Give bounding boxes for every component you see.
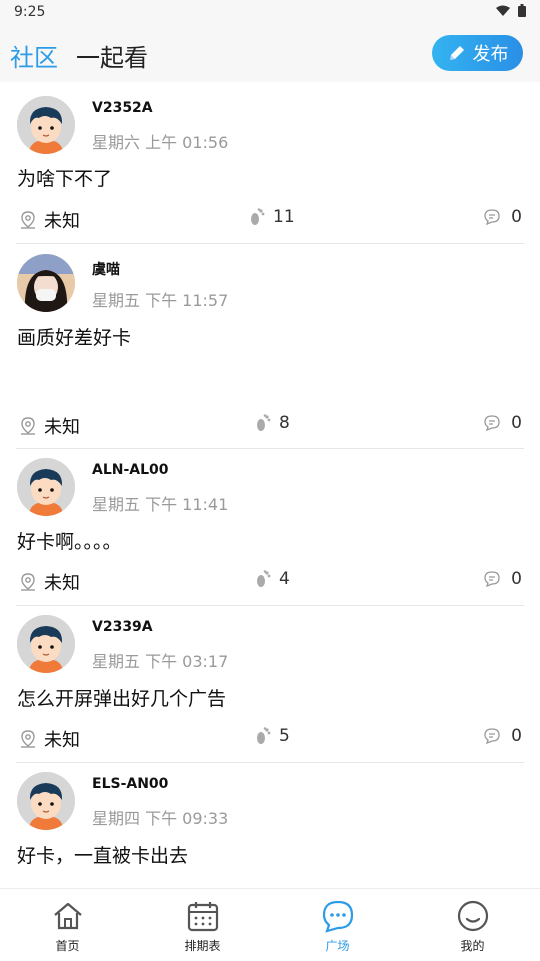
status-bar: 9:25 bbox=[0, 0, 540, 26]
post-time: 星期六 上午 01:56 bbox=[92, 133, 229, 152]
location: 未知 bbox=[18, 726, 80, 752]
publish-label: 发布 bbox=[472, 44, 509, 65]
username[interactable]: ALN-AL00 bbox=[92, 462, 169, 478]
view-count: 8 bbox=[253, 413, 290, 433]
post-item[interactable]: ALN-AL00 星期五 下午 11:41 好卡啊。。。。 未知 4 0 bbox=[0, 449, 540, 606]
location-pin-icon bbox=[21, 417, 35, 435]
location-pin-icon bbox=[21, 211, 35, 229]
avatar-cartoon-icon bbox=[17, 772, 75, 830]
comment-count-label: 0 bbox=[511, 726, 522, 746]
footprint-icon bbox=[257, 570, 271, 587]
status-time: 9:25 bbox=[14, 4, 46, 20]
footprint-icon bbox=[257, 414, 271, 431]
avatar[interactable] bbox=[17, 458, 75, 516]
comment-icon bbox=[484, 415, 500, 432]
avatar-cartoon-icon bbox=[17, 458, 75, 516]
avatar[interactable] bbox=[17, 772, 75, 830]
tab-watch-together[interactable]: 一起看 bbox=[76, 38, 148, 73]
status-icons bbox=[496, 4, 526, 17]
post-meta: 未知 8 0 bbox=[0, 413, 540, 439]
publish-button[interactable]: 发布 bbox=[432, 35, 523, 71]
comment-count[interactable]: 0 bbox=[483, 569, 522, 589]
post-content: 好卡，一直被卡出去 bbox=[17, 845, 189, 867]
location-pin-icon bbox=[21, 573, 35, 591]
post-time: 星期四 下午 09:33 bbox=[92, 809, 229, 828]
comment-count-label: 0 bbox=[511, 569, 522, 589]
post-time: 星期五 下午 03:17 bbox=[92, 652, 229, 671]
post-meta: 未知 11 0 bbox=[0, 207, 540, 233]
comment-icon bbox=[484, 209, 500, 226]
username[interactable]: V2339A bbox=[92, 619, 153, 635]
pencil-icon bbox=[449, 46, 464, 60]
avatar[interactable] bbox=[17, 615, 75, 673]
smiley-icon bbox=[457, 900, 488, 932]
battery-icon bbox=[518, 4, 526, 17]
nav-square-label: 广场 bbox=[325, 939, 350, 953]
home-icon bbox=[53, 902, 82, 930]
avatar[interactable] bbox=[17, 96, 75, 154]
comment-count-label: 0 bbox=[511, 207, 522, 227]
comment-count[interactable]: 0 bbox=[483, 207, 522, 227]
nav-schedule-label: 排期表 bbox=[184, 939, 221, 953]
post-item[interactable]: ELS-AN00 星期四 下午 09:33 好卡，一直被卡出去 bbox=[0, 763, 540, 888]
username[interactable]: 虞喵 bbox=[92, 259, 120, 279]
post-time: 星期五 下午 11:57 bbox=[92, 291, 229, 310]
comment-count[interactable]: 0 bbox=[483, 726, 522, 746]
comment-icon bbox=[484, 571, 500, 588]
nav-mine[interactable]: 我的 bbox=[405, 889, 540, 961]
view-count: 5 bbox=[253, 726, 290, 746]
username[interactable]: V2352A bbox=[92, 100, 153, 116]
header: 社区 一起看 发布 bbox=[0, 26, 540, 82]
post-meta: 未知 5 0 bbox=[0, 726, 540, 752]
view-count-label: 11 bbox=[273, 207, 295, 227]
location-label: 未知 bbox=[44, 417, 80, 438]
location: 未知 bbox=[18, 207, 80, 233]
comment-icon bbox=[484, 728, 500, 745]
post-feed[interactable]: V2352A 星期六 上午 01:56 为啥下不了 未知 11 0 虞喵 星期五… bbox=[0, 82, 540, 888]
bottom-nav: 首页 排期表 广场 我的 bbox=[0, 888, 540, 960]
comment-count[interactable]: 0 bbox=[483, 413, 522, 433]
nav-mine-label: 我的 bbox=[460, 939, 485, 953]
wifi-icon bbox=[496, 5, 510, 16]
location-label: 未知 bbox=[44, 573, 80, 594]
location: 未知 bbox=[18, 413, 80, 439]
nav-home[interactable]: 首页 bbox=[0, 889, 135, 961]
nav-schedule[interactable]: 排期表 bbox=[135, 889, 270, 961]
nav-square[interactable]: 广场 bbox=[270, 889, 405, 961]
location-label: 未知 bbox=[44, 211, 80, 232]
post-meta: 未知 4 0 bbox=[0, 569, 540, 595]
comment-count-label: 0 bbox=[511, 413, 522, 433]
location: 未知 bbox=[18, 569, 80, 595]
view-count-label: 5 bbox=[279, 726, 290, 746]
calendar-icon bbox=[187, 902, 218, 932]
post-content: 为啥下不了 bbox=[17, 168, 113, 190]
post-content: 好卡啊。。。。 bbox=[17, 531, 122, 553]
view-count: 4 bbox=[253, 569, 290, 589]
post-content: 画质好差好卡 bbox=[17, 327, 132, 349]
avatar-photo-icon bbox=[17, 254, 75, 312]
post-item[interactable]: V2339A 星期五 下午 03:17 怎么开屏弹出好几个广告 未知 5 0 bbox=[0, 606, 540, 763]
username[interactable]: ELS-AN00 bbox=[92, 776, 168, 792]
location-pin-icon bbox=[21, 730, 35, 748]
chat-bubble-icon bbox=[322, 900, 353, 933]
location-label: 未知 bbox=[44, 730, 80, 751]
post-item[interactable]: V2352A 星期六 上午 01:56 为啥下不了 未知 11 0 bbox=[0, 82, 540, 244]
post-content: 怎么开屏弹出好几个广告 bbox=[17, 688, 227, 710]
footprint-icon bbox=[257, 727, 271, 744]
avatar[interactable] bbox=[17, 254, 75, 312]
post-time: 星期五 下午 11:41 bbox=[92, 495, 229, 514]
avatar-cartoon-icon bbox=[17, 615, 75, 673]
tab-community[interactable]: 社区 bbox=[10, 38, 58, 73]
view-count-label: 8 bbox=[279, 413, 290, 433]
avatar-cartoon-icon bbox=[17, 96, 75, 154]
nav-home-label: 首页 bbox=[55, 939, 80, 953]
view-count-label: 4 bbox=[279, 569, 290, 589]
footprint-icon bbox=[251, 208, 265, 225]
view-count: 11 bbox=[247, 207, 295, 227]
post-item[interactable]: 虞喵 星期五 下午 11:57 画质好差好卡 未知 8 0 bbox=[0, 244, 540, 449]
